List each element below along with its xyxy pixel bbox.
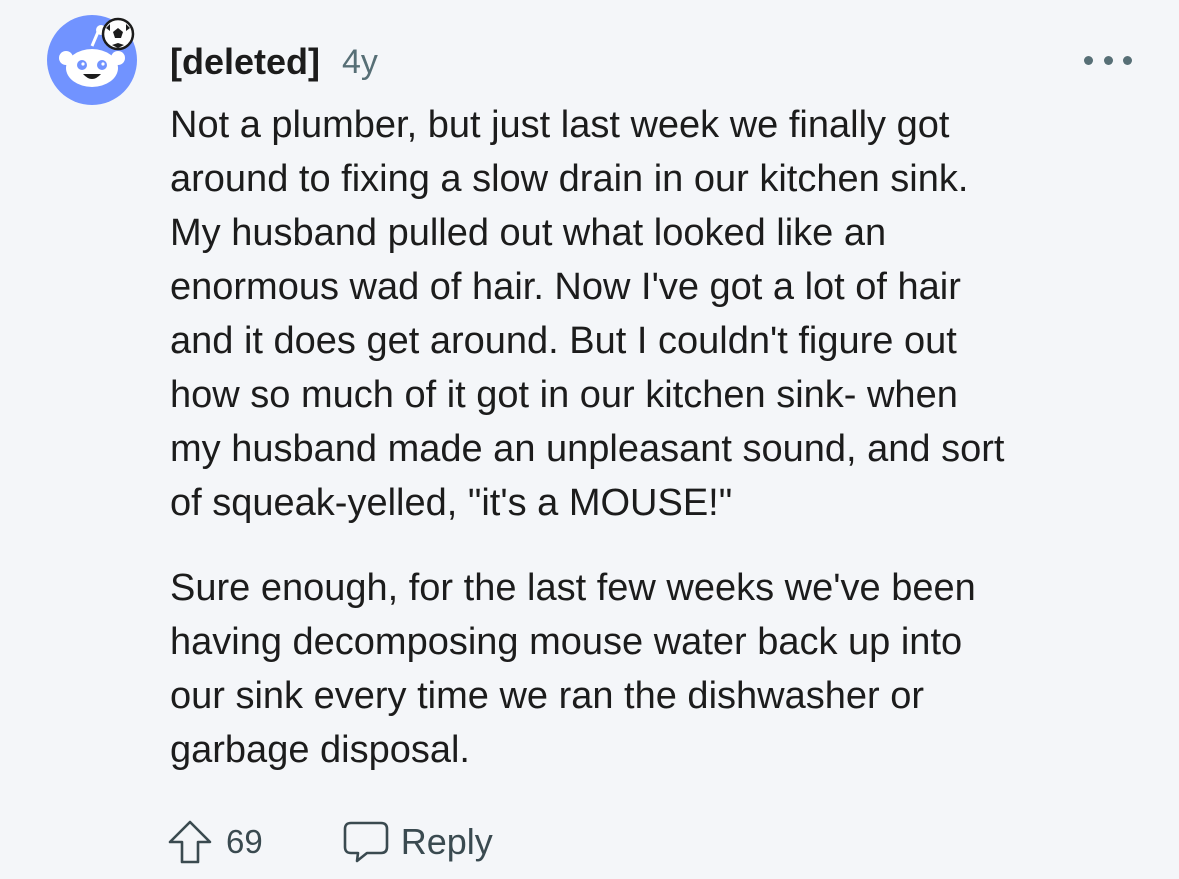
comment-line: of squeak-yelled, "it's a MOUSE!"	[170, 482, 733, 524]
comment-body: Not a plumber, but just last week we fin…	[170, 98, 1160, 777]
comment-paragraph: Sure enough, for the last few weeks we'v…	[170, 561, 1160, 777]
comment-line: my husband made an unpleasant sound, and…	[170, 428, 1005, 470]
comment-actions: 69 Reply	[166, 812, 493, 872]
more-options-icon	[1103, 55, 1113, 65]
comment-line: around to fixing a slow drain in our kit…	[170, 158, 969, 200]
comment-line: having decomposing mouse water back up i…	[170, 621, 963, 663]
reply-label: Reply	[400, 821, 493, 862]
snoo-avatar-icon	[47, 15, 137, 105]
upvote-count: 69	[226, 823, 263, 860]
comment-line: garbage disposal.	[170, 729, 470, 771]
comment-line: My husband pulled out what looked like a…	[170, 212, 887, 254]
comment-line: Sure enough, for the last few weeks we'v…	[170, 567, 976, 609]
comment-age: 4y	[342, 42, 378, 81]
more-options-icon	[1084, 55, 1093, 65]
upvote-button[interactable]: 69	[166, 818, 263, 866]
more-options-button[interactable]	[1084, 46, 1132, 74]
user-avatar[interactable]	[46, 14, 142, 106]
comment-line: our sink every time we ran the dishwashe…	[170, 675, 924, 717]
more-options-icon	[1123, 55, 1132, 65]
comment-line: Not a plumber, but just last week we fin…	[170, 104, 950, 146]
comment-line: how so much of it got in our kitchen sin…	[170, 374, 958, 416]
comment-paragraph: Not a plumber, but just last week we fin…	[170, 98, 1160, 530]
comment-author[interactable]: [deleted]	[170, 41, 320, 83]
comment-line: enormous wad of hair. Now I've got a lot…	[170, 266, 961, 308]
speech-bubble-icon	[343, 821, 389, 863]
reply-button[interactable]: Reply	[341, 819, 493, 865]
comment-header: [deleted] 4y	[170, 38, 378, 86]
upvote-arrow-icon	[168, 820, 212, 864]
comment-line: and it does get around. But I couldn't f…	[170, 320, 957, 362]
